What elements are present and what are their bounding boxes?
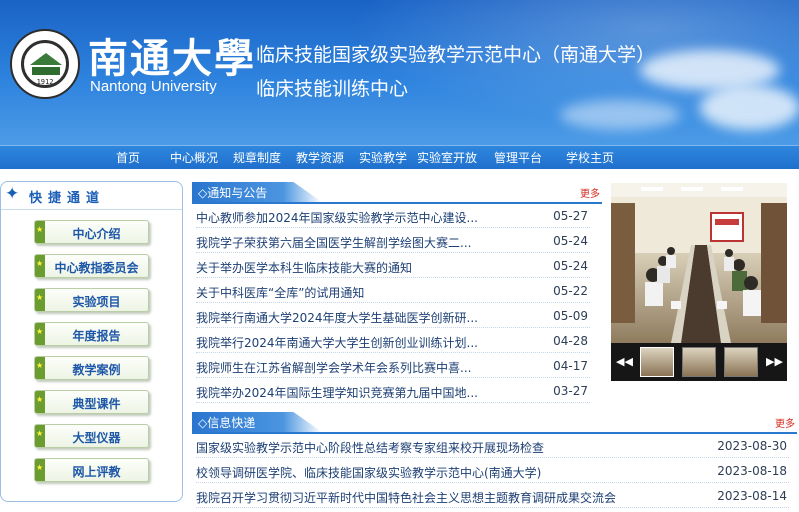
notices-header: ◇通知与公告 更多: [192, 182, 602, 204]
notice-row[interactable]: 关于中科医库“全库”的试用通知 05-22: [196, 281, 590, 303]
notice-title: 我院举行南通大学2024年度大学生基础医学创新研...: [196, 311, 478, 325]
notice-title: 我院举行2024年南通大学大学生创新创业训练计划...: [196, 336, 478, 350]
quick-access-title: 快捷通道: [29, 191, 106, 206]
notice-title: 我院师生在江苏省解剖学会学术年会系列比赛中喜...: [196, 361, 472, 375]
notice-date: 05-24: [553, 234, 588, 248]
star-icon: ★: [35, 391, 45, 413]
news-row[interactable]: 我院召开学习贯彻习近平新时代中国特色社会主义思想主题教育调研成果交流会 2023…: [196, 486, 789, 508]
university-name-en: Nantong University: [90, 78, 217, 95]
notices-tab: ◇通知与公告: [192, 182, 322, 202]
nav-item-experiments[interactable]: 实验教学: [359, 149, 407, 166]
quick-link-label: 中心介绍: [72, 227, 121, 241]
star-icon: ✦: [5, 184, 20, 204]
nav-item-management[interactable]: 管理平台: [494, 149, 542, 166]
notice-row[interactable]: 我院师生在江苏省解剖学会学术年会系列比赛中喜... 04-17: [196, 356, 590, 378]
main-nav: 首页 中心概况 规章制度 教学资源 实验教学 实验室开放 管理平台 学校主页: [0, 145, 799, 169]
quick-link-projects[interactable]: ★ 实验项目: [34, 288, 149, 312]
emblem-roof: [30, 53, 62, 65]
quick-link-label: 典型课件: [72, 397, 121, 411]
news-item-title: 校领导调研医学院、临床技能国家级实验教学示范中心(南通大学): [196, 466, 542, 480]
site-title-line1: 临床技能国家级实验教学示范中心（南通大学）: [256, 44, 656, 66]
news-item-date: 2023-08-30: [717, 439, 787, 453]
news-item-title: 我院召开学习贯彻习近平新时代中国特色社会主义思想主题教育调研成果交流会: [196, 491, 617, 505]
nav-item-lab-open[interactable]: 实验室开放: [417, 149, 477, 166]
news-item-date: 2023-08-14: [717, 489, 787, 503]
news-row[interactable]: 校领导调研医学院、临床技能国家级实验教学示范中心(南通大学) 2023-08-1…: [196, 461, 789, 483]
star-icon: ★: [35, 323, 45, 345]
star-icon: ★: [35, 289, 45, 311]
notices-more-link[interactable]: 更多: [580, 185, 600, 200]
star-icon: ★: [35, 255, 45, 277]
site-title-line2: 临床技能训练中心: [256, 78, 409, 100]
next-arrow-icon[interactable]: ▶▶: [766, 355, 783, 368]
emblem-year: 1912: [36, 78, 54, 86]
quick-link-label: 教学案例: [72, 363, 121, 377]
emblem-base: [32, 67, 60, 75]
slideshow-thumbnails: ◀◀ ▶▶: [611, 343, 787, 381]
site-header: 1912 南通大學 Nantong University 临床技能国家级实验教学…: [0, 0, 799, 145]
quick-link-label: 实验项目: [72, 295, 121, 309]
quick-access-panel: ✦ 快捷通道 ★ 中心介绍 ★ 中心教指委员会 ★ 实验项目 ★ 年度报告 ★ …: [0, 181, 183, 502]
news-item-title: 国家级实验教学示范中心阶段性总结考察专家组来校开展现场检查: [196, 441, 545, 455]
notice-date: 05-24: [553, 259, 588, 273]
notice-row[interactable]: 我院举行南通大学2024年度大学生基础医学创新研... 05-09: [196, 306, 590, 328]
nav-item-overview[interactable]: 中心概况: [170, 149, 218, 166]
quick-access-header: ✦ 快捷通道: [1, 182, 182, 210]
notice-title: 关于举办医学本科生临床技能大赛的通知: [196, 261, 413, 275]
notice-date: 04-17: [553, 359, 588, 373]
news-tab: ◇信息快递: [192, 412, 322, 432]
header-cloud: [560, 100, 680, 130]
university-name-cn: 南通大學: [88, 35, 256, 82]
quick-link-annual-report[interactable]: ★ 年度报告: [34, 322, 149, 346]
quick-link-courseware[interactable]: ★ 典型课件: [34, 390, 149, 414]
star-icon: ★: [35, 425, 45, 447]
photo-slideshow[interactable]: ◀◀ ▶▶: [611, 183, 787, 381]
nav-item-rules[interactable]: 规章制度: [233, 149, 281, 166]
notice-row[interactable]: 我院举办2024年国际生理学知识竞赛第九届中国地... 03-27: [196, 381, 590, 403]
nav-item-school-home[interactable]: 学校主页: [566, 149, 614, 166]
notice-date: 03-27: [553, 384, 588, 398]
notice-title: 我院学子荣获第六届全国医学生解剖学绘图大赛二...: [196, 236, 472, 250]
notice-row[interactable]: 我院举行2024年南通大学大学生创新创业训练计划... 04-28: [196, 331, 590, 353]
quick-link-label: 大型仪器: [72, 431, 121, 445]
quick-link-instruments[interactable]: ★ 大型仪器: [34, 424, 149, 448]
news-row[interactable]: 国家级实验教学示范中心阶段性总结考察专家组来校开展现场检查 2023-08-30: [196, 436, 789, 458]
quick-link-label: 年度报告: [72, 329, 121, 343]
news-item-date: 2023-08-18: [717, 464, 787, 478]
notice-row[interactable]: 中心教师参加2024年国家级实验教学示范中心建设... 05-27: [196, 206, 590, 228]
star-icon: ★: [35, 357, 45, 379]
header-cloud: [700, 85, 799, 130]
notices-title: ◇通知与公告: [198, 186, 268, 200]
notice-date: 05-09: [553, 309, 588, 323]
quick-link-label: 网上评教: [72, 465, 121, 479]
meeting-room-image: [611, 183, 787, 343]
quick-link-cases[interactable]: ★ 教学案例: [34, 356, 149, 380]
notice-title: 中心教师参加2024年国家级实验教学示范中心建设...: [196, 211, 478, 225]
star-icon: ★: [35, 221, 45, 243]
notice-date: 04-28: [553, 334, 588, 348]
news-title: ◇信息快递: [198, 416, 256, 430]
slide-thumbnail[interactable]: [640, 347, 674, 377]
quick-link-committee[interactable]: ★ 中心教指委员会: [34, 254, 149, 278]
nav-item-resources[interactable]: 教学资源: [296, 149, 344, 166]
quick-link-center-intro[interactable]: ★ 中心介绍: [34, 220, 149, 244]
quick-link-evaluation[interactable]: ★ 网上评教: [34, 458, 149, 482]
prev-arrow-icon[interactable]: ◀◀: [616, 355, 633, 368]
slide-thumbnail[interactable]: [724, 347, 758, 377]
quick-link-label: 中心教指委员会: [54, 261, 139, 275]
notice-date: 05-22: [553, 284, 588, 298]
news-more-link[interactable]: 更多: [775, 415, 795, 430]
news-header: ◇信息快递 更多: [192, 412, 797, 434]
university-emblem-logo[interactable]: 1912: [10, 29, 80, 99]
notice-row[interactable]: 我院学子荣获第六届全国医学生解剖学绘图大赛二... 05-24: [196, 231, 590, 253]
slide-thumbnail[interactable]: [682, 347, 716, 377]
nav-item-home[interactable]: 首页: [116, 149, 140, 166]
notice-row[interactable]: 关于举办医学本科生临床技能大赛的通知 05-24: [196, 256, 590, 278]
meeting-photo[interactable]: [611, 183, 787, 343]
notice-date: 05-27: [553, 209, 588, 223]
notice-title: 关于中科医库“全库”的试用通知: [196, 286, 365, 300]
notice-title: 我院举办2024年国际生理学知识竞赛第九届中国地...: [196, 386, 478, 400]
star-icon: ★: [35, 459, 45, 481]
header-cloud: [640, 50, 780, 90]
